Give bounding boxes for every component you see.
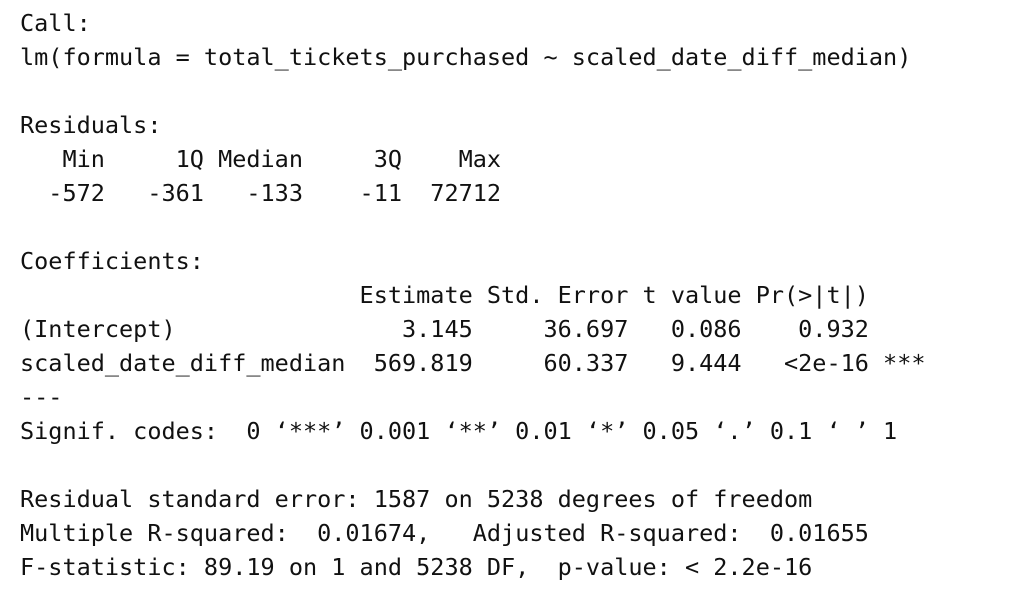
residuals-header: Residuals: [20, 111, 162, 139]
coefficient-row-predictor: scaled_date_diff_median 569.819 60.337 9… [20, 349, 926, 377]
call-header: Call: [20, 9, 91, 37]
signif-codes-legend: Signif. codes: 0 ‘***’ 0.001 ‘**’ 0.01 ‘… [20, 417, 898, 445]
call-formula: lm(formula = total_tickets_purchased ~ s… [20, 43, 912, 71]
r-squared-line: Multiple R-squared: 0.01674, Adjusted R-… [20, 519, 884, 547]
coefficients-header: Coefficients: [20, 247, 204, 275]
f-statistic-line: F-statistic: 89.19 on 1 and 5238 DF, p-v… [20, 553, 813, 581]
coefficients-column-labels: Estimate Std. Error t value Pr(>|t|) [20, 281, 926, 309]
residuals-values: -572 -361 -133 -11 72712 [20, 179, 516, 207]
residual-standard-error: Residual standard error: 1587 on 5238 de… [20, 485, 813, 513]
coefficient-row-intercept: (Intercept) 3.145 36.697 0.086 0.932 [20, 315, 926, 343]
r-regression-summary: Call: lm(formula = total_tickets_purchase… [20, 6, 925, 584]
separator-line: --- [20, 383, 63, 411]
residuals-column-labels: Min 1Q Median 3Q Max [20, 145, 516, 173]
